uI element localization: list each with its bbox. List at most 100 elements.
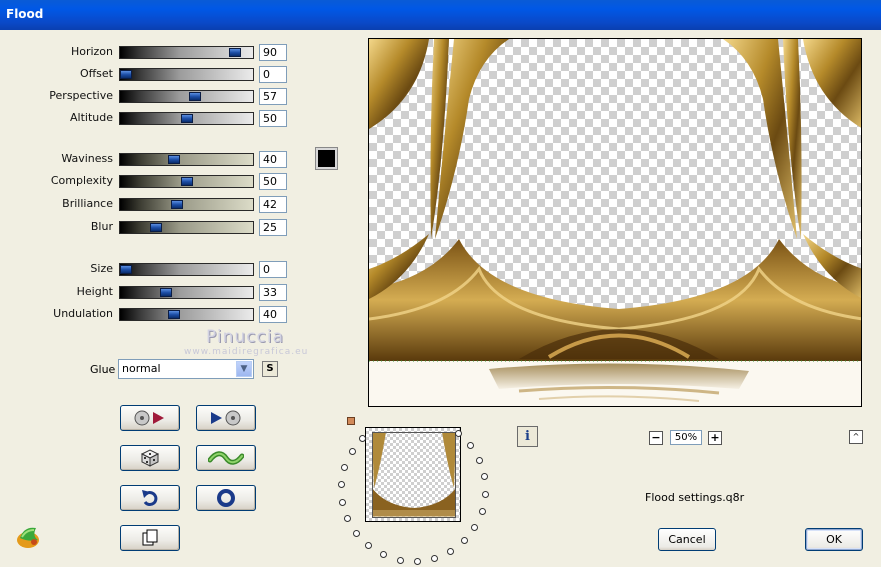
slider-track-height[interactable] — [119, 286, 254, 299]
slider-value-field[interactable]: 33 — [259, 284, 287, 301]
slider-thumb[interactable] — [168, 310, 181, 319]
back-preset-button[interactable] — [120, 405, 180, 431]
navigator-ring-dot[interactable] — [446, 547, 454, 555]
circle-icon — [217, 489, 235, 507]
slider-label: Height — [76, 285, 113, 298]
undo-arrow-icon — [142, 490, 158, 507]
navigator-ring-dot[interactable] — [471, 523, 479, 531]
slider-track-size[interactable] — [119, 263, 254, 276]
flood-preview-image — [369, 39, 861, 406]
slider-thumb[interactable] — [168, 155, 181, 164]
navigator-ring-dot[interactable] — [344, 515, 352, 523]
slider-track-complexity[interactable] — [119, 175, 254, 188]
info-button[interactable]: i — [517, 426, 538, 447]
color-swatch[interactable] — [315, 147, 338, 170]
slider-label: Undulation — [53, 307, 113, 320]
slider-thumb[interactable] — [228, 48, 241, 57]
slider-value-field[interactable]: 25 — [259, 219, 287, 236]
chevron-down-icon[interactable]: ▼ — [236, 361, 252, 377]
app-logo-icon — [14, 522, 42, 550]
navigator-ring-dot[interactable] — [380, 551, 388, 559]
slider-value-field[interactable]: 40 — [259, 151, 287, 168]
slider-value-field[interactable]: 0 — [259, 261, 287, 278]
glue-label: Glue — [90, 363, 116, 376]
slider-track-altitude[interactable] — [119, 112, 254, 125]
slider-value-field[interactable]: 90 — [259, 44, 287, 61]
navigator-ring-dot[interactable] — [478, 507, 486, 515]
navigator-ring-dot[interactable] — [341, 464, 349, 472]
forward-preset-button[interactable] — [196, 405, 256, 431]
slider-label: Size — [90, 262, 113, 275]
zoom-in-button[interactable]: + — [708, 431, 722, 445]
watermark-name: Pinuccia — [206, 327, 284, 347]
navigator-ring-dot[interactable] — [338, 481, 346, 489]
navigator-ring-dot[interactable] — [339, 498, 347, 506]
wave-button[interactable] — [196, 445, 256, 471]
navigator-ring-dot[interactable] — [466, 441, 474, 449]
slider-track-offset[interactable] — [119, 68, 254, 81]
collapse-up-button[interactable]: ^ — [849, 430, 863, 444]
title-bar: Flood — [0, 0, 881, 30]
navigator-ring-dot[interactable] — [480, 473, 488, 481]
navigator-ring-dot[interactable] — [460, 537, 468, 545]
navigator-ring-dot[interactable] — [396, 556, 404, 564]
zoom-out-button[interactable]: − — [649, 431, 663, 445]
slider-track-blur[interactable] — [119, 221, 254, 234]
navigator-ring-dot[interactable] — [454, 429, 462, 437]
slider-thumb[interactable] — [170, 200, 183, 209]
copy-button[interactable] — [120, 525, 180, 551]
slider-value-field[interactable]: 0 — [259, 66, 287, 83]
cancel-button[interactable]: Cancel — [658, 528, 716, 551]
randomize-button[interactable] — [120, 445, 180, 471]
reset-button[interactable] — [196, 485, 256, 511]
slider-thumb[interactable] — [120, 265, 132, 274]
slider-label: Blur — [90, 220, 113, 233]
zoom-level: 50% — [670, 430, 702, 445]
slider-label: Perspective — [49, 89, 113, 102]
slider-track-brilliance[interactable] — [119, 198, 254, 211]
slider-label: Offset — [79, 67, 113, 80]
slider-thumb[interactable] — [188, 92, 201, 101]
slider-label: Horizon — [70, 45, 113, 58]
slider-value-field[interactable]: 50 — [259, 173, 287, 190]
navigator-ring-dot[interactable] — [413, 557, 421, 565]
slider-value-field[interactable]: 50 — [259, 110, 287, 127]
play-disc-icon — [211, 410, 241, 426]
slider-track-horizon[interactable] — [119, 46, 254, 59]
slider-thumb[interactable] — [150, 223, 163, 232]
slider-thumb[interactable] — [180, 177, 193, 186]
undo-button[interactable] — [120, 485, 180, 511]
navigator-ring-dot[interactable] — [481, 490, 489, 498]
slider-track-waviness[interactable] — [119, 153, 254, 166]
preview-canvas[interactable] — [368, 38, 862, 407]
settings-filename: Flood settings.q8r — [645, 491, 745, 504]
slider-value-field[interactable]: 57 — [259, 88, 287, 105]
slider-track-perspective[interactable] — [119, 90, 254, 103]
navigator-ring-dot[interactable] — [348, 448, 356, 456]
copy-pages-icon — [142, 529, 158, 546]
slider-thumb[interactable] — [180, 114, 193, 123]
navigator-corner-handle[interactable] — [347, 417, 355, 425]
slider-value-field[interactable]: 40 — [259, 306, 287, 323]
disc-play-back-icon — [134, 410, 164, 426]
navigator-ring-dot[interactable] — [353, 530, 361, 538]
navigator-view-rect[interactable] — [372, 432, 456, 518]
slider-label: Waviness — [61, 152, 113, 165]
dialog-client: Horizon 90 Offset 0 Perspective 57 Altitude 50 W… — [0, 30, 881, 567]
navigator-ring-dot[interactable] — [430, 554, 438, 562]
slider-thumb[interactable] — [159, 288, 172, 297]
slider-value-field[interactable]: 42 — [259, 196, 287, 213]
glue-dropdown[interactable]: normal ▼ — [118, 359, 254, 379]
wave-icon — [208, 451, 244, 465]
slider-label: Brilliance — [62, 197, 113, 210]
dice-icon — [140, 449, 160, 467]
watermark-site: www.maidiregrafica.eu — [184, 347, 309, 357]
slider-label: Complexity — [50, 174, 113, 187]
ok-button[interactable]: OK — [805, 528, 863, 551]
glue-s-button[interactable]: S — [262, 361, 278, 377]
slider-thumb[interactable] — [120, 70, 132, 79]
navigator-thumbnail[interactable] — [365, 427, 461, 522]
slider-track-undulation[interactable] — [119, 308, 254, 321]
navigator-ring-dot[interactable] — [365, 542, 373, 550]
navigator-ring-dot[interactable] — [475, 456, 483, 464]
